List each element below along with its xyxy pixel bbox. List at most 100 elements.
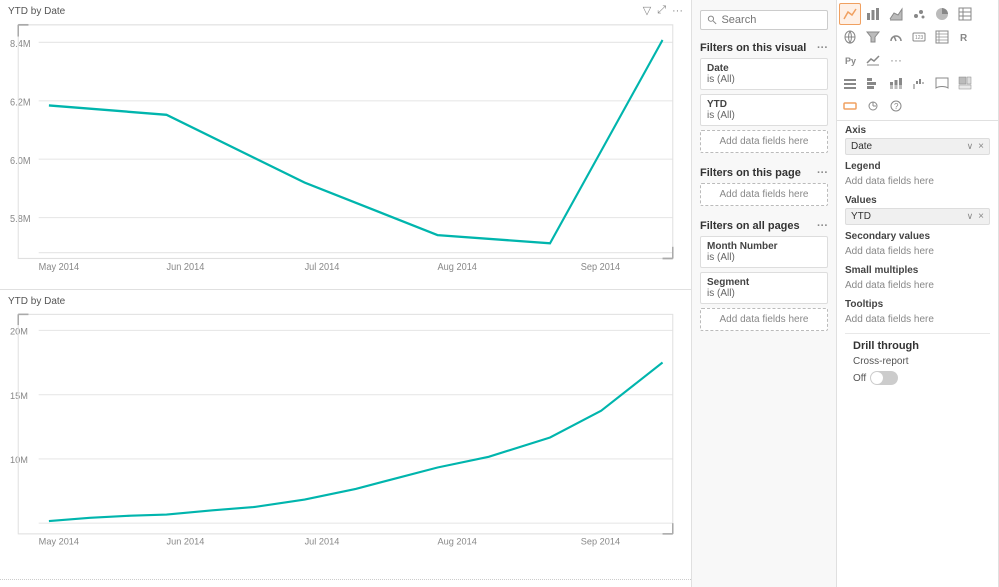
page-add-data-fields[interactable]: Add data fields here (700, 183, 828, 206)
allpages-add-data-fields[interactable]: Add data fields here (700, 308, 828, 331)
visual-add-data-fields[interactable]: Add data fields here (700, 130, 828, 153)
viz-icon-python[interactable]: Py (839, 49, 861, 71)
svg-text:?: ? (894, 102, 899, 111)
viz-icon-analytics[interactable] (862, 95, 884, 117)
tooltips-label: Tooltips (845, 299, 990, 310)
svg-text:6.0M: 6.0M (10, 155, 30, 167)
allpages-filters-more[interactable]: ··· (817, 220, 828, 232)
viz-icon-funnel[interactable] (862, 26, 884, 48)
viz-icon-areachart[interactable] (885, 3, 907, 25)
svg-text:5.8M: 5.8M (10, 214, 30, 226)
viz-icon-piechart[interactable] (931, 3, 953, 25)
tooltips-add-field[interactable]: Add data fields here (845, 312, 990, 327)
viz-icon-hbar[interactable] (862, 72, 884, 94)
off-label: Off (853, 373, 866, 384)
svg-text:Jul 2014: Jul 2014 (305, 262, 340, 274)
legend-group: Legend Add data fields here (845, 161, 990, 189)
svg-text:R: R (960, 33, 968, 44)
bottom-chart-wrapper: 20M 15M 10M May 2014 Jun 2014 Jul 2014 A… (8, 309, 683, 566)
viz-icon-stackedbar[interactable] (885, 72, 907, 94)
svg-text:15M: 15M (10, 390, 28, 401)
svg-text:6.2M: 6.2M (10, 97, 30, 109)
values-field-tag[interactable]: YTD ∨ × (845, 208, 990, 225)
viz-icon-table[interactable] (954, 3, 976, 25)
values-chevron-icon: ∨ (967, 211, 974, 222)
filter-month-number[interactable]: Month Number is (All) (700, 236, 828, 268)
svg-text:8.4M: 8.4M (10, 39, 30, 51)
search-icon (707, 14, 717, 26)
viz-icon-map[interactable] (839, 26, 861, 48)
bottom-dotted-line (0, 579, 691, 587)
page-filters-more[interactable]: ··· (817, 167, 828, 179)
search-box[interactable] (700, 10, 828, 30)
toggle-off-container: Off (853, 371, 982, 385)
page-filters-section: Filters on this page ··· Add data fields… (692, 161, 836, 214)
axis-field-tag[interactable]: Date ∨ × (845, 138, 990, 155)
small-multiples-label: Small multiples (845, 265, 990, 276)
visual-filters-more[interactable]: ··· (817, 42, 828, 54)
small-multiples-group: Small multiples Add data fields here (845, 265, 990, 293)
cross-report-label: Cross-report (853, 356, 909, 367)
filter-ytd-value: is (All) (707, 110, 821, 121)
svg-text:Jul 2014: Jul 2014 (305, 535, 340, 546)
toggle-switch[interactable] (870, 371, 898, 385)
viz-fields-section: Axis Date ∨ × Legend Add data fields her… (837, 121, 998, 587)
values-field-name: YTD (851, 211, 871, 222)
viz-icon-format[interactable] (839, 95, 861, 117)
viz-icon-linechart[interactable] (839, 3, 861, 25)
top-chart-container: YTD by Date ▽ ⤢ ··· 8.4M 6.2M 6.0M 5.8M … (0, 0, 691, 290)
main-chart-area: YTD by Date ▽ ⤢ ··· 8.4M 6.2M 6.0M 5.8M … (0, 0, 692, 587)
filter-panel: Filters on this visual ··· Date is (All)… (692, 0, 837, 587)
filter-date-name: Date (707, 63, 821, 74)
svg-text:Sep 2014: Sep 2014 (581, 262, 621, 274)
top-chart-title: YTD by Date (8, 6, 683, 17)
visual-filters-header: Filters on this visual ··· (700, 42, 828, 54)
search-input[interactable] (721, 14, 821, 26)
expand-icon[interactable]: ⤢ (657, 4, 666, 17)
svg-text:20M: 20M (10, 325, 28, 336)
viz-icon-card[interactable]: 123 (908, 26, 930, 48)
drill-through-section: Drill through Cross-report Off (845, 333, 990, 391)
bottom-chart-svg: 20M 15M 10M May 2014 Jun 2014 Jul 2014 A… (8, 309, 683, 566)
more-icon[interactable]: ··· (672, 5, 683, 17)
viz-icon-barchart[interactable] (862, 3, 884, 25)
filter-segment[interactable]: Segment is (All) (700, 272, 828, 304)
svg-text:Aug 2014: Aug 2014 (438, 262, 478, 274)
small-multiples-add-field[interactable]: Add data fields here (845, 278, 990, 293)
visual-filters-section: Filters on this visual ··· Date is (All)… (692, 36, 836, 161)
viz-icon-ribbon[interactable] (931, 72, 953, 94)
viz-icon-treemap[interactable] (954, 72, 976, 94)
viz-icon-waterfall[interactable] (908, 72, 930, 94)
top-chart-controls: ▽ ⤢ ··· (643, 4, 683, 17)
viz-icon-qanda[interactable]: ? (885, 95, 907, 117)
page-filters-title: Filters on this page (700, 167, 801, 179)
axis-chevron-icon: ∨ (967, 141, 974, 152)
viz-icons-row2: 123 R (839, 26, 996, 48)
secondary-values-add-field[interactable]: Add data fields here (845, 244, 990, 259)
viz-icon-more2[interactable]: ··· (885, 49, 907, 71)
filter-segment-name: Segment (707, 277, 821, 288)
axis-label: Axis (845, 125, 990, 136)
values-label: Values (845, 195, 990, 206)
filter-month-number-value: is (All) (707, 252, 821, 263)
cross-report-row: Cross-report (853, 356, 982, 367)
values-remove-icon[interactable]: × (978, 211, 984, 222)
axis-remove-icon[interactable]: × (978, 141, 984, 152)
svg-text:Py: Py (845, 56, 856, 66)
filter-month-number-name: Month Number (707, 241, 821, 252)
filter-date-value: is (All) (707, 74, 821, 85)
bottom-chart-title: YTD by Date (8, 296, 683, 307)
filter-ytd[interactable]: YTD is (All) (700, 94, 828, 126)
viz-icon-gauge[interactable] (885, 26, 907, 48)
legend-add-field[interactable]: Add data fields here (845, 174, 990, 189)
viz-icon-slicer[interactable] (839, 72, 861, 94)
viz-icon-scatterchart[interactable] (908, 3, 930, 25)
page-filters-header: Filters on this page ··· (700, 167, 828, 179)
viz-icon-kpi[interactable] (862, 49, 884, 71)
viz-icon-matrix[interactable] (931, 26, 953, 48)
visual-filters-title: Filters on this visual (700, 42, 806, 54)
svg-text:123: 123 (915, 35, 924, 41)
viz-icon-r[interactable]: R (954, 26, 976, 48)
filter-date[interactable]: Date is (All) (700, 58, 828, 90)
filter-icon[interactable]: ▽ (643, 4, 651, 17)
